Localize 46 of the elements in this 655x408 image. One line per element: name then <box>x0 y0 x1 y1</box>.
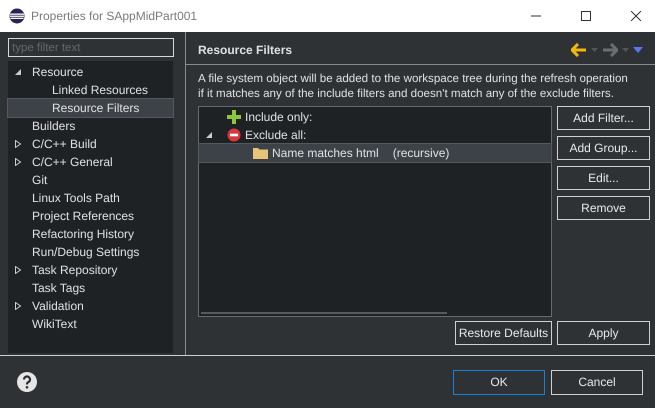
cancel-button[interactable]: Cancel <box>551 370 643 394</box>
help-icon[interactable] <box>17 372 37 392</box>
forward-arrow-icon[interactable] <box>602 42 618 56</box>
sidebar-item[interactable]: Linux Tools Path <box>8 189 173 207</box>
collapsed-arrow-icon[interactable] <box>14 302 22 310</box>
sidebar-item[interactable]: Task Tags <box>8 279 173 297</box>
scrollbar[interactable] <box>201 312 447 314</box>
filter-item[interactable]: Include only: <box>199 108 551 126</box>
sidebar-item[interactable]: Project References <box>8 207 173 225</box>
sidebar-item[interactable]: Git <box>8 171 173 189</box>
filter-item[interactable]: Exclude all: <box>199 126 551 144</box>
filter-action-button[interactable]: Add Group... <box>557 136 650 160</box>
sidebar-item[interactable]: Builders <box>8 117 173 135</box>
close-icon[interactable] <box>631 11 641 21</box>
minus-circle-icon <box>227 128 241 142</box>
filter-action-button[interactable]: Edit... <box>557 166 650 190</box>
description-text: A file system object will be added to the workspace tree during the refresh operation if it matches any of the include filters and doesn't match any of the exclude filters. <box>198 71 629 101</box>
collapsed-arrow-icon[interactable] <box>14 158 22 166</box>
menu-caret-icon[interactable] <box>633 46 643 52</box>
page-action-button[interactable]: Apply <box>557 321 650 345</box>
collapsed-arrow-icon[interactable] <box>14 266 22 274</box>
sidebar-item[interactable]: C/C++ Build <box>8 135 173 153</box>
collapsed-arrow-icon[interactable] <box>14 140 22 148</box>
maximize-icon[interactable] <box>581 11 591 21</box>
expanded-arrow-icon[interactable] <box>205 131 213 139</box>
filter-item[interactable]: Name matches html (recursive) <box>199 144 551 162</box>
app-icon <box>9 8 25 24</box>
sidebar-item[interactable]: Task Repository <box>8 261 173 279</box>
filter-action-button[interactable]: Add Filter... <box>557 106 650 130</box>
plus-icon <box>227 110 241 124</box>
sidebar-item[interactable]: WikiText <box>8 315 173 333</box>
sidebar-item[interactable]: Linked Resources <box>8 81 173 99</box>
expanded-arrow-icon[interactable] <box>14 68 22 76</box>
sidebar-item[interactable]: Validation <box>8 297 173 315</box>
folder-icon <box>253 147 268 159</box>
ok-button[interactable]: OK <box>453 370 545 394</box>
page-action-button[interactable]: Restore Defaults <box>455 321 552 345</box>
filter-action-button[interactable]: Remove <box>557 196 650 220</box>
window-title: Properties for SAppMidPart001 <box>31 9 198 23</box>
sidebar-item[interactable]: Refactoring History <box>8 225 173 243</box>
page-title: Resource Filters <box>198 42 292 56</box>
sidebar-item[interactable]: C/C++ General <box>8 153 173 171</box>
sidebar-item[interactable]: Resource <box>8 63 173 81</box>
sidebar-item[interactable]: Run/Debug Settings <box>8 243 173 261</box>
back-arrow-icon[interactable] <box>571 42 587 56</box>
sidebar-item[interactable]: Resource Filters <box>8 99 173 117</box>
